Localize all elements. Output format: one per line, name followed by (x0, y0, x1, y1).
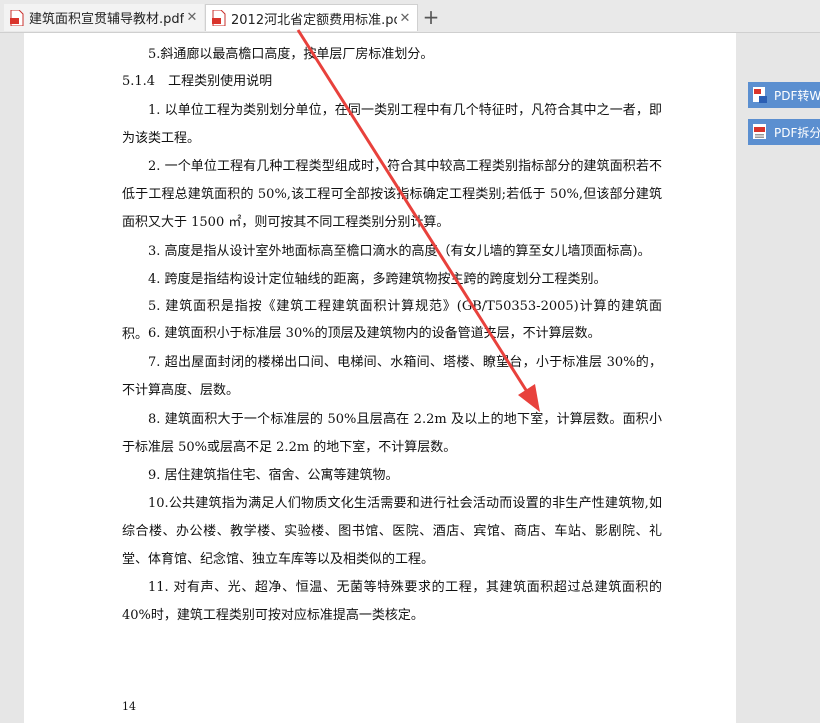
tab-bar: 建筑面积宣贯辅导教材.pdf ✕ 2012河北省定额费用标准.pdf ✕ + (0, 0, 820, 33)
pdf-file-icon (10, 9, 24, 26)
pdf-file-icon (212, 9, 226, 27)
page-number: 14 (122, 700, 136, 713)
paragraph: 10.公共建筑指为满足人们物质文化生活需要和进行社会活动而设置的非生产性建筑物,… (122, 496, 662, 567)
paragraph: 5.斜通廊以最高檐口高度，按单层厂房标准划分。 (148, 47, 434, 62)
paragraph: 1. 以单位工程为类别划分单位，在同一类别工程中有几个特征时，凡符合其中之一者，… (122, 103, 662, 146)
paragraph: 6. 建筑面积小于标准层 30%的顶层及建筑物内的设备管道夹层，不计算层数。 (148, 326, 601, 341)
paragraph: 9. 居住建筑指住宅、宿舍、公寓等建筑物。 (148, 468, 399, 483)
tab-title: 建筑面积宣贯辅导教材.pdf (29, 12, 184, 27)
close-icon[interactable]: ✕ (184, 10, 200, 25)
pdf-split-label: PDF拆分 (774, 125, 820, 140)
section-heading: 5.1.4 工程类别使用说明 (122, 74, 273, 89)
paragraph: 2. 一个单位工程有几种工程类型组成时，符合其中较高工程类别指标部分的建筑面积若… (122, 159, 662, 230)
pdf-to-word-label: PDF转W (774, 88, 820, 103)
new-tab-button[interactable]: + (420, 5, 442, 29)
tab-title: 2012河北省定额费用标准.pdf (231, 12, 397, 28)
tab-pdf-2-active[interactable]: 2012河北省定额费用标准.pdf ✕ (205, 4, 418, 31)
pdf-to-word-button[interactable]: PDF转W (748, 82, 820, 108)
paragraph: 8. 建筑面积大于一个标准层的 50%且层高在 2.2m 及以上的地下室，计算层… (122, 412, 662, 455)
tab-pdf-1[interactable]: 建筑面积宣贯辅导教材.pdf ✕ (4, 4, 204, 31)
pdf-to-word-icon (752, 86, 768, 104)
paragraph: 11. 对有声、光、超净、恒温、无菌等特殊要求的工程，其建筑面积超过总建筑面积的… (122, 580, 662, 623)
pdf-split-button[interactable]: PDF拆分 (748, 119, 820, 145)
paragraph: 3. 高度是指从设计室外地面标高至檐口滴水的高度（有女儿墙的算至女儿墙顶面标高)… (148, 244, 651, 259)
paragraph: 4. 跨度是指结构设计定位轴线的距离，多跨建筑物按主跨的跨度划分工程类别。 (148, 272, 607, 287)
paragraph: 7. 超出屋面封闭的楼梯出口间、电梯间、水箱间、塔楼、瞭望台，小于标准层 30%… (122, 355, 662, 398)
pdf-split-icon (752, 123, 768, 141)
close-icon[interactable]: ✕ (397, 11, 413, 26)
